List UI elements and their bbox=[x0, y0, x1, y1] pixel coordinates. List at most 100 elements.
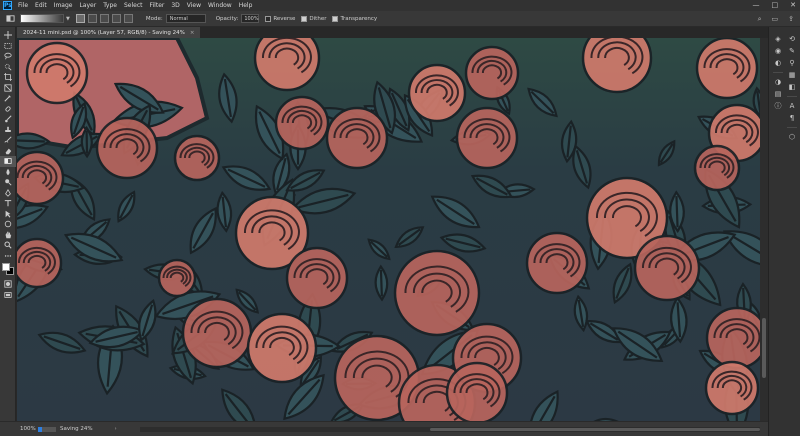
zoom-level[interactable]: 100% bbox=[20, 426, 36, 432]
character-icon[interactable]: A bbox=[787, 100, 797, 112]
chevron-right-icon[interactable]: › bbox=[115, 426, 117, 432]
rose bbox=[695, 38, 759, 100]
paragraph-icon[interactable]: ¶ bbox=[787, 112, 797, 124]
hand-icon[interactable] bbox=[0, 230, 16, 241]
more-tools-icon[interactable] bbox=[0, 251, 16, 262]
channels-icon[interactable]: ◉ bbox=[773, 45, 783, 57]
gradient-icon[interactable] bbox=[0, 156, 16, 167]
menu-image[interactable]: Image bbox=[54, 0, 73, 11]
save-progress-fill bbox=[38, 426, 43, 432]
rose bbox=[95, 116, 159, 180]
frame-icon[interactable] bbox=[0, 83, 16, 94]
divider bbox=[773, 72, 783, 73]
menu-file[interactable]: File bbox=[18, 0, 28, 11]
diamond-gradient-button[interactable] bbox=[123, 14, 133, 23]
radial-gradient-button[interactable] bbox=[87, 14, 97, 23]
healing-brush-icon[interactable] bbox=[0, 104, 16, 115]
menu-select[interactable]: Select bbox=[124, 0, 143, 11]
status-bar: 100% Saving 24% › bbox=[0, 421, 768, 436]
crop-icon[interactable] bbox=[0, 72, 16, 83]
horizontal-scroll-thumb[interactable] bbox=[430, 428, 760, 431]
properties-icon[interactable]: ▤ bbox=[773, 88, 783, 100]
foreground-color-swatch[interactable] bbox=[2, 263, 10, 271]
mode-select[interactable]: Normal bbox=[165, 14, 206, 23]
photoshop-logo: Ps bbox=[3, 1, 12, 10]
document-tab[interactable]: 2024-11 mini.psd @ 100% (Layer 57, RGB/8… bbox=[17, 27, 201, 38]
menu-view[interactable]: View bbox=[187, 0, 201, 11]
document-canvas[interactable] bbox=[17, 38, 760, 421]
history-brush-icon[interactable] bbox=[0, 135, 16, 146]
chevron-down-icon[interactable]: ▼ bbox=[66, 16, 70, 22]
menu-help[interactable]: Help bbox=[239, 0, 253, 11]
path-select-icon[interactable] bbox=[0, 209, 16, 220]
reflected-gradient-button[interactable] bbox=[111, 14, 121, 23]
share-icon[interactable]: ⇪ bbox=[788, 13, 794, 25]
horizontal-scrollbar[interactable] bbox=[140, 427, 760, 432]
lasso-icon[interactable] bbox=[0, 51, 16, 62]
vertical-scrollbar[interactable] bbox=[760, 38, 768, 421]
eraser-icon[interactable] bbox=[0, 146, 16, 157]
options-bar: ▼ Mode: Normal Opacity: 100% Reverse Dit… bbox=[0, 11, 800, 27]
color-icon[interactable]: ◧ bbox=[787, 81, 797, 93]
divider bbox=[787, 96, 797, 97]
menu-window[interactable]: Window bbox=[208, 0, 232, 11]
history-icon[interactable]: ⟲ bbox=[787, 33, 797, 45]
color-chips[interactable] bbox=[0, 261, 16, 279]
linear-gradient-button[interactable] bbox=[75, 14, 85, 23]
brushes-icon[interactable]: ✎ bbox=[787, 45, 797, 57]
3d-icon[interactable]: ⬡ bbox=[787, 131, 797, 143]
maximize-button[interactable]: □ bbox=[772, 0, 779, 11]
menu-type[interactable]: Type bbox=[103, 0, 117, 11]
checkbox-box bbox=[265, 15, 272, 22]
close-window-button[interactable]: ✕ bbox=[790, 0, 796, 11]
info-icon[interactable]: ⓘ bbox=[773, 100, 783, 112]
save-progress-bar bbox=[38, 426, 56, 432]
layers-icon[interactable]: ◈ bbox=[773, 33, 783, 45]
eyedropper-icon[interactable] bbox=[0, 93, 16, 104]
search-icon[interactable]: ⌕ bbox=[758, 13, 762, 25]
transparency-checkbox[interactable]: Transparency bbox=[332, 15, 377, 22]
zoom-icon[interactable] bbox=[0, 240, 16, 251]
type-icon[interactable] bbox=[0, 198, 16, 209]
angle-gradient-button[interactable] bbox=[99, 14, 109, 23]
opacity-field[interactable]: 100% bbox=[241, 14, 260, 23]
menu-3d[interactable]: 3D bbox=[171, 0, 179, 11]
brush-icon[interactable] bbox=[0, 114, 16, 125]
rose bbox=[325, 106, 389, 170]
status-text: Saving 24% bbox=[60, 426, 93, 432]
panel-column-a: ◈ ◉ ◐ ◑ ▤ ⓘ bbox=[771, 33, 785, 112]
rose bbox=[157, 258, 197, 298]
reverse-checkbox[interactable]: Reverse bbox=[265, 15, 295, 22]
vertical-scroll-thumb[interactable] bbox=[762, 318, 766, 378]
rose bbox=[285, 246, 349, 310]
menu-bar: Ps File Edit Image Layer Type Select Fil… bbox=[0, 0, 800, 11]
quick-select-icon[interactable] bbox=[0, 62, 16, 73]
menu-filter[interactable]: Filter bbox=[150, 0, 165, 11]
tool-preset-picker[interactable] bbox=[4, 13, 16, 25]
gradient-preview[interactable] bbox=[20, 14, 64, 23]
close-icon[interactable]: × bbox=[190, 30, 195, 36]
adjustments-icon[interactable]: ◑ bbox=[773, 76, 783, 88]
rose bbox=[246, 312, 318, 384]
tools-panel bbox=[0, 27, 16, 421]
quick-mask-icon[interactable] bbox=[0, 279, 16, 290]
clone-source-icon[interactable]: ⚲ bbox=[787, 57, 797, 69]
minimize-button[interactable]: — bbox=[753, 0, 760, 11]
screen-mode-icon[interactable] bbox=[0, 290, 16, 301]
pen-icon[interactable] bbox=[0, 188, 16, 199]
blur-icon[interactable] bbox=[0, 167, 16, 178]
swatches-icon[interactable]: ▦ bbox=[787, 69, 797, 81]
clone-stamp-icon[interactable] bbox=[0, 125, 16, 136]
artwork bbox=[17, 38, 760, 421]
window-controls: — □ ✕ bbox=[753, 0, 797, 11]
paths-icon[interactable]: ◐ bbox=[773, 57, 783, 69]
menu-edit[interactable]: Edit bbox=[35, 0, 47, 11]
rose bbox=[17, 237, 63, 289]
workspace-icon[interactable]: ▭ bbox=[772, 13, 779, 25]
move-icon[interactable] bbox=[0, 30, 16, 41]
dodge-icon[interactable] bbox=[0, 177, 16, 188]
rectangle-icon[interactable] bbox=[0, 219, 16, 230]
menu-layer[interactable]: Layer bbox=[79, 0, 96, 11]
marquee-icon[interactable] bbox=[0, 41, 16, 52]
dither-checkbox[interactable]: Dither bbox=[301, 15, 326, 22]
